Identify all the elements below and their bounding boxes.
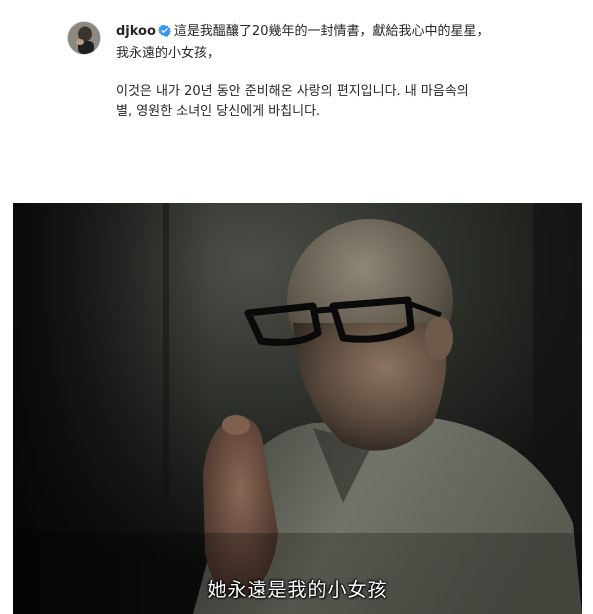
video-still-image bbox=[13, 203, 582, 614]
caption-text-cn-2: 我永遠的小女孩， bbox=[116, 46, 221, 61]
caption-line: djkoo 這是我醞釀了20幾年的一封情書，獻給我心中的星星， bbox=[116, 22, 576, 44]
caption-text-cn-1: 這是我醞釀了20幾年的一封情書，獻給我心中的星星， bbox=[173, 24, 490, 39]
post-caption-area: djkoo 這是我醞釀了20幾年的一封情書，獻給我心中的星星， 我永遠的小女孩， … bbox=[0, 0, 593, 190]
video-subtitle: 她永遠是我的小女孩 bbox=[207, 579, 388, 601]
caption-text-kr-2: 별, 영원한 소녀인 당신에게 바칩니다. bbox=[116, 104, 321, 119]
verified-badge-icon bbox=[158, 24, 171, 44]
avatar[interactable] bbox=[67, 21, 101, 55]
video-frame[interactable]: 她永遠是我的小女孩 bbox=[13, 203, 582, 614]
username-link[interactable]: djkoo bbox=[116, 24, 156, 39]
caption-korean-block: 이것은 내가 20년 동안 준비해온 사랑의 편지입니다. 내 마음속의 별, … bbox=[116, 82, 576, 122]
caption-text-kr-1: 이것은 내가 20년 동안 준비해온 사랑의 편지입니다. 내 마음속의 bbox=[116, 84, 469, 99]
post-caption: djkoo 這是我醞釀了20幾年的一封情書，獻給我心中的星星， 我永遠的小女孩， … bbox=[116, 22, 576, 122]
